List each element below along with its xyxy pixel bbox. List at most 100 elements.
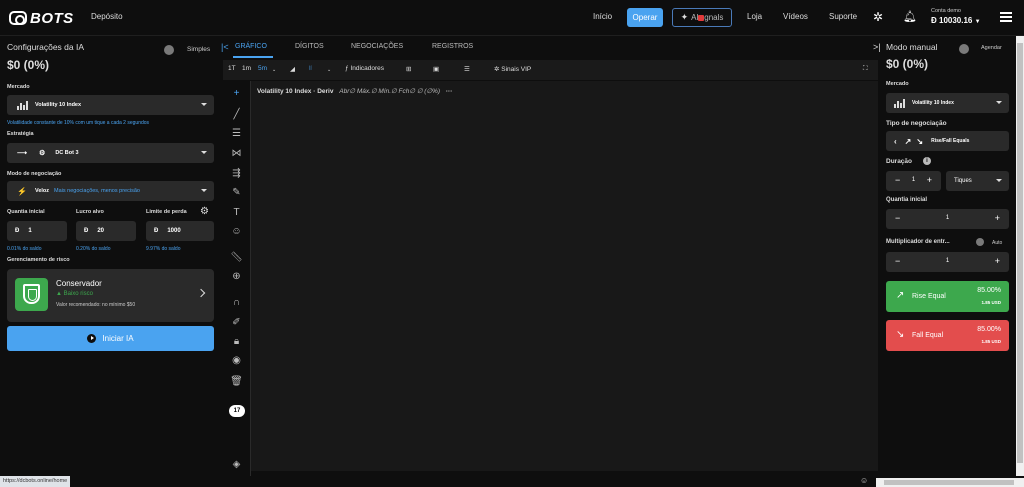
- start-ai-button[interactable]: Iniciar IA: [7, 326, 214, 351]
- duration-unit-select[interactable]: Tiques: [946, 171, 1009, 191]
- lock-icon[interactable]: 🔒︎: [230, 335, 243, 348]
- loss-limit-input[interactable]: Đ 1000: [146, 221, 214, 241]
- duration-stepper[interactable]: − 1 +: [886, 171, 941, 191]
- collapse-left-icon[interactable]: |<: [221, 42, 229, 52]
- auto-multiplier-toggle[interactable]: [976, 238, 984, 246]
- simple-mode-label: Simples: [187, 46, 211, 53]
- nav-suporte[interactable]: Suporte: [829, 12, 857, 21]
- tick-interval-button[interactable]: 1T: [228, 65, 236, 72]
- chevron-left-icon: ‹: [894, 136, 897, 146]
- crosshair-icon[interactable]: +: [230, 87, 243, 100]
- schedule-toggle[interactable]: [959, 44, 969, 54]
- vip-signals-button[interactable]: ✲ Sinais VIP: [494, 65, 531, 73]
- fib-icon[interactable]: ☰: [230, 127, 243, 140]
- chevron-down-icon[interactable]: ⌄: [272, 67, 276, 73]
- deposit-link[interactable]: Depósito: [91, 12, 123, 21]
- notification-bell-icon[interactable]: 🔔︎: [903, 10, 917, 23]
- pattern-icon[interactable]: ⋈: [230, 147, 243, 160]
- plus-icon[interactable]: +: [995, 213, 1000, 223]
- lock-drawing-icon[interactable]: ✐: [230, 316, 243, 329]
- trash-icon[interactable]: 🗑︎: [230, 375, 243, 388]
- nav-operar-button[interactable]: Operar: [627, 8, 663, 27]
- candles-icon[interactable]: ⧘⧙: [309, 65, 312, 73]
- gear-icon[interactable]: ⚙: [200, 206, 209, 217]
- warning-icon: ▲: [56, 291, 62, 297]
- forecast-icon[interactable]: ⇶: [230, 167, 243, 180]
- market-label: Mercado: [886, 81, 909, 87]
- initial-qty-stepper[interactable]: − 1 +: [886, 209, 1009, 229]
- fullscreen-icon[interactable]: ⛶: [863, 65, 868, 73]
- fall-payout-pct: 85.00%: [977, 326, 1001, 333]
- risk-name: Conservador: [56, 279, 102, 288]
- risk-profile-card[interactable]: Conservador ▲ Baixo risco Valor recomend…: [7, 269, 214, 322]
- layout-grid-icon[interactable]: ⊞: [406, 65, 411, 73]
- tab-grafico[interactable]: GRÁFICO: [235, 43, 267, 50]
- chart-type-icon[interactable]: ◢: [290, 65, 295, 73]
- interval-1m-button[interactable]: 1m: [242, 65, 251, 72]
- ai-signals-button[interactable]: ✦ Al gnals: [672, 8, 732, 27]
- manual-mode-panel: >| Modo manual Agendar $0 (0%) Mercado V…: [873, 36, 1016, 476]
- trade-type-select[interactable]: ‹ ↗ ↘ Rise/Fall Equals: [886, 131, 1009, 151]
- risk-recommendation: Valor recomendado: no mínimo $50: [56, 302, 136, 308]
- settings-flower-icon[interactable]: ✲: [873, 10, 883, 24]
- chevron-down-icon: [201, 189, 207, 192]
- tab-negociacoes[interactable]: NEGOCIAÇÕES: [351, 43, 403, 50]
- simple-mode-toggle[interactable]: [164, 45, 174, 55]
- initial-qty-input[interactable]: Đ 1: [7, 221, 67, 241]
- vertical-scroll-thumb[interactable]: [1017, 43, 1023, 463]
- loss-limit-value: 1000: [167, 228, 181, 234]
- info-icon[interactable]: i: [923, 157, 931, 165]
- plus-icon[interactable]: +: [927, 175, 932, 185]
- emoji-icon[interactable]: ☺: [230, 225, 243, 238]
- hamburger-menu-icon[interactable]: [1000, 12, 1012, 24]
- ohlc-values: Abr∅ Máx.∅ Mín.∅ Fch∅ ∅ (∅%): [339, 88, 441, 95]
- list-icon[interactable]: ☰: [464, 65, 470, 73]
- indicators-button[interactable]: ƒ Indicadores: [345, 65, 384, 72]
- strategy-select[interactable]: ⟶ ⚙ DC Bot 3: [7, 143, 214, 163]
- nav-videos[interactable]: Vídeos: [783, 12, 808, 21]
- horizontal-scrollbar[interactable]: [876, 478, 1024, 487]
- duration-value: 1: [911, 177, 916, 183]
- auto-label: Auto: [992, 240, 1003, 246]
- horizontal-scroll-thumb[interactable]: [884, 480, 1014, 485]
- layers-icon[interactable]: ◈: [230, 458, 243, 471]
- text-icon[interactable]: T: [230, 206, 243, 219]
- trend-line-icon[interactable]: ╱: [230, 108, 243, 121]
- brush-icon[interactable]: ✎: [230, 186, 243, 199]
- vertical-scrollbar[interactable]: [1016, 36, 1024, 476]
- zoom-in-icon[interactable]: ⊕: [230, 270, 243, 283]
- chevron-down-icon[interactable]: ⌄: [327, 67, 331, 73]
- fall-equal-button[interactable]: ↘ Fall Equal 85.00% 1.85 USD: [886, 320, 1009, 351]
- market-select[interactable]: Volatility 10 Index: [7, 95, 214, 115]
- market-select[interactable]: Volatility 10 Index: [886, 93, 1009, 113]
- screenshot-icon[interactable]: ▣: [433, 65, 439, 73]
- more-icon[interactable]: ···: [446, 88, 453, 95]
- shield-icon: [15, 278, 48, 311]
- chart-symbol-title: Volatility 10 Index · Deriv: [257, 88, 334, 95]
- rise-equal-button[interactable]: ↗ Rise Equal 85.00% 1.85 USD: [886, 281, 1009, 312]
- tab-registros[interactable]: REGISTROS: [432, 43, 473, 50]
- market-value: Volatility 10 Index: [912, 100, 954, 106]
- nav-loja[interactable]: Loja: [747, 12, 762, 21]
- interval-5m-button[interactable]: 5m: [258, 65, 267, 72]
- profit-target-input[interactable]: Đ 20: [76, 221, 136, 241]
- logo[interactable]: BOTS: [9, 10, 74, 27]
- trade-mode-value: Veloz: [34, 188, 50, 194]
- price-chart[interactable]: Volatility 10 Index · Deriv Abr∅ Máx.∅ M…: [251, 81, 878, 471]
- collapse-right-icon[interactable]: >|: [873, 42, 881, 52]
- ruler-icon[interactable]: 📏︎: [230, 251, 243, 264]
- trade-mode-select[interactable]: ⚡ Veloz Mais negociações, menos precisão: [7, 181, 214, 201]
- smiley-icon[interactable]: ☺: [860, 476, 868, 485]
- risk-management-label: Gerenciamento de risco: [7, 257, 70, 263]
- magnet-icon[interactable]: ∩: [230, 296, 243, 309]
- demo-account[interactable]: Conta demo Đ 10030.16 ▼: [931, 8, 981, 25]
- eye-icon[interactable]: ◉: [230, 354, 243, 367]
- plus-icon[interactable]: +: [995, 256, 1000, 266]
- tab-digitos[interactable]: DÍGITOS: [295, 43, 324, 50]
- nav-inicio[interactable]: Início: [593, 12, 612, 21]
- multiplier-stepper[interactable]: − 1 +: [886, 252, 1009, 272]
- tradingview-logo[interactable]: 17: [229, 405, 245, 417]
- profit-target-label: Lucro alvo: [76, 209, 104, 215]
- rise-label: Rise Equal: [912, 293, 946, 300]
- chevron-down-icon: [996, 179, 1002, 182]
